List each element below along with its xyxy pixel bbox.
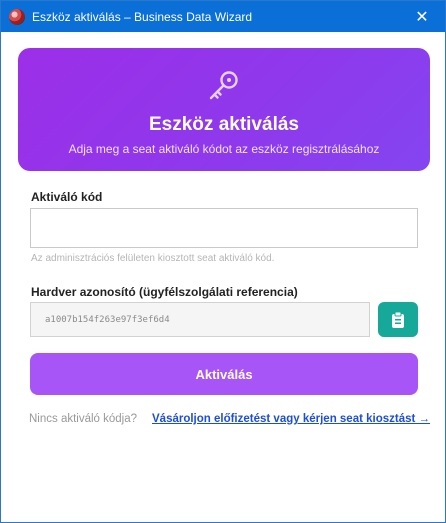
hardware-id-value: a1007b154f263e97f3ef6d4	[45, 314, 170, 325]
activation-code-input[interactable]	[30, 208, 418, 248]
activation-code-label: Aktiváló kód	[31, 190, 103, 204]
activate-button[interactable]: Aktiválás	[30, 353, 418, 395]
purchase-link[interactable]: Vásároljon előfizetést vagy kérjen seat …	[152, 413, 430, 425]
hero-banner: Eszköz aktiválás Adja meg a seat aktivál…	[18, 48, 430, 171]
close-icon: ✕	[415, 8, 429, 26]
hardware-id-field[interactable]: a1007b154f263e97f3ef6d4	[30, 302, 370, 337]
key-icon	[209, 71, 238, 100]
page-subtitle: Adja meg a seat aktiváló kódot az eszköz…	[68, 142, 380, 156]
page-title: Eszköz aktiválás	[149, 114, 299, 135]
window-title: Eszköz aktiválás – Business Data Wizard	[32, 9, 253, 24]
title-bar: Eszköz aktiválás – Business Data Wizard …	[1, 1, 445, 32]
close-window-button[interactable]: ✕	[399, 1, 445, 32]
copy-hardware-id-button[interactable]	[378, 302, 418, 337]
footer: Nincs aktiváló kódja? Vásároljon előfize…	[1, 413, 445, 429]
no-code-question: Nincs aktiváló kódja?	[29, 413, 138, 425]
activation-window: Eszköz aktiválás – Business Data Wizard …	[0, 0, 446, 523]
clipboard-icon	[392, 311, 404, 328]
app-logo-icon	[9, 8, 25, 25]
activation-code-helper: Az adminisztrációs felületen kiosztott s…	[31, 253, 275, 264]
hardware-id-label: Hardver azonosító (ügyfélszolgálati refe…	[31, 285, 298, 299]
